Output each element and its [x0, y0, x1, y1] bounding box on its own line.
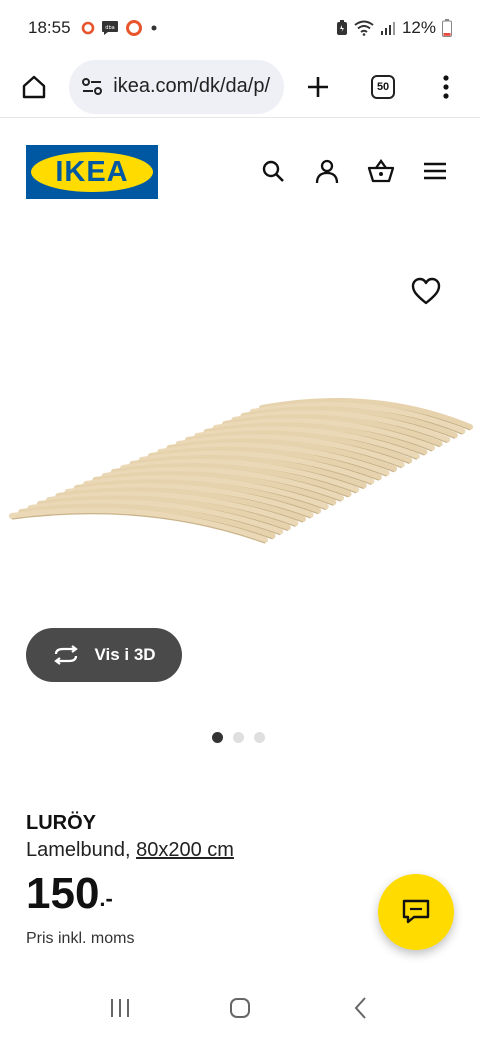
plus-icon: [307, 76, 328, 97]
price: 150 .-: [26, 872, 234, 916]
product-size-link[interactable]: 80x200 cm: [136, 839, 234, 861]
carousel-dot[interactable]: [254, 732, 265, 743]
battery-percentage: 12%: [401, 18, 436, 37]
menu-hamburger-button[interactable]: [420, 156, 450, 186]
address-bar[interactable]: ikea.com/dk/da/p/: [69, 59, 285, 114]
chat-icon: [402, 899, 430, 924]
heart-icon: [411, 277, 441, 305]
carousel-dot[interactable]: [233, 732, 244, 743]
notification-ring-icon: [81, 21, 94, 35]
notification-ring-icon: [125, 20, 142, 36]
chat-bubble-icon: dba: [101, 21, 118, 35]
view-in-3d-label: Vis i 3D: [94, 645, 156, 664]
home-nav-icon: [230, 997, 250, 1018]
price-integer: 150: [26, 869, 100, 918]
search-button[interactable]: [258, 156, 288, 186]
site-settings-icon[interactable]: [81, 77, 103, 97]
search-icon: [262, 160, 284, 182]
carousel-dot[interactable]: [212, 732, 223, 743]
product-type: Lamelbund,: [26, 839, 137, 861]
logo-ellipse: IKEA: [31, 152, 153, 192]
battery-saver-icon: [336, 20, 347, 35]
recents-button[interactable]: [100, 988, 140, 1028]
system-nav-bar: [0, 975, 480, 1040]
hamburger-icon: [424, 162, 446, 180]
recents-icon: [111, 998, 129, 1017]
cart-button[interactable]: [366, 156, 396, 186]
browser-toolbar: ikea.com/dk/da/p/ 50: [0, 56, 480, 118]
image-carousel-dots: [212, 732, 265, 743]
signal-icon: [380, 22, 395, 35]
home-icon: [22, 75, 45, 98]
product-info: LURÖY Lamelbund, 80x200 cm 150 .- Pris i…: [26, 812, 234, 948]
battery-icon: [442, 19, 452, 37]
home-button[interactable]: [12, 65, 55, 109]
url-text: ikea.com/dk/da/p/: [113, 75, 271, 97]
favorite-button[interactable]: [410, 276, 442, 306]
rotate-3d-icon: [54, 645, 79, 665]
home-nav-button[interactable]: [220, 988, 260, 1028]
ikea-logo[interactable]: IKEA: [26, 145, 158, 199]
price-suffix: .-: [99, 886, 113, 911]
product-description: Lamelbund, 80x200 cm: [26, 839, 234, 862]
back-icon: [354, 996, 366, 1019]
user-icon: [315, 159, 339, 184]
new-tab-button[interactable]: [296, 65, 339, 109]
menu-button[interactable]: [425, 65, 468, 109]
tabs-button[interactable]: 50: [361, 65, 404, 109]
dot-icon: [151, 25, 157, 31]
status-time: 18:55: [28, 18, 71, 37]
view-in-3d-button[interactable]: Vis i 3D: [26, 628, 182, 682]
more-vert-icon: [443, 74, 449, 99]
chat-button[interactable]: [378, 874, 454, 950]
basket-icon: [367, 159, 395, 183]
product-name: LURÖY: [26, 812, 96, 834]
status-bar: 18:55 dba 12%: [0, 0, 480, 56]
back-button[interactable]: [340, 988, 380, 1028]
account-button[interactable]: [312, 156, 342, 186]
site-header: IKEA: [0, 120, 480, 230]
wifi-icon: [354, 20, 374, 36]
vat-note: Pris inkl. moms: [26, 930, 135, 947]
logo-text: IKEA: [55, 155, 129, 188]
tab-count: 50: [371, 74, 396, 99]
svg-text:dba: dba: [105, 25, 114, 31]
